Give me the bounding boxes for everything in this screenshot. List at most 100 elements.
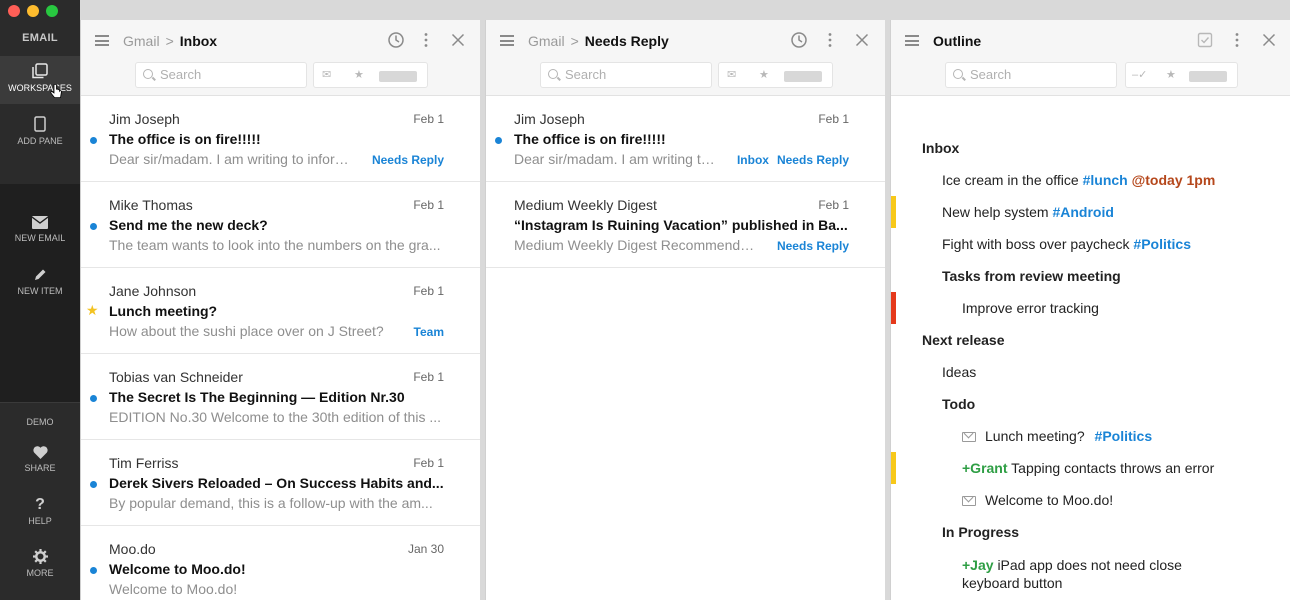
email-subject: Derek Sivers Reloaded – On Success Habit… xyxy=(109,475,444,491)
breadcrumb-source[interactable]: Gmail xyxy=(528,33,565,49)
minimize-window-button[interactable] xyxy=(27,5,39,17)
email-row[interactable]: Jim Joseph Feb 1 The office is on fire!!!!… xyxy=(81,96,480,182)
outline-item[interactable]: New help system #Android xyxy=(942,204,1114,220)
label-tag[interactable]: Needs Reply xyxy=(777,239,849,253)
outline-item[interactable]: Todo xyxy=(942,396,975,412)
sidebar-item-new-email[interactable]: NEW EMAIL xyxy=(0,216,80,256)
sidebar-item-new-item[interactable]: NEW ITEM xyxy=(0,268,80,308)
breadcrumb-source[interactable]: Gmail xyxy=(123,33,160,49)
outline-item[interactable]: Welcome to Moo.do! xyxy=(962,492,1113,508)
more-vertical-icon[interactable] xyxy=(417,31,435,49)
contact-tag[interactable]: +Jay xyxy=(962,557,994,573)
hashtag[interactable]: #Politics xyxy=(1095,428,1153,444)
email-sender: Jane Johnson xyxy=(109,283,197,299)
email-date: Feb 1 xyxy=(413,112,444,126)
email-subject: The office is on fire!!!!! xyxy=(109,131,261,147)
mail-filter-icon[interactable]: ✉ xyxy=(727,68,736,81)
outline-item[interactable]: Lunch meeting? #Politics xyxy=(962,428,1152,444)
envelope-icon xyxy=(32,216,48,229)
add-pane-icon xyxy=(34,116,46,132)
sidebar-item-demo[interactable]: DEMO xyxy=(0,417,80,431)
email-tags: Needs Reply xyxy=(364,153,444,167)
email-subject: “Instagram Is Ruining Vacation” publishe… xyxy=(514,217,848,233)
check-filter-icon[interactable]: –✓ xyxy=(1132,68,1147,81)
star-filter-icon[interactable]: ★ xyxy=(1166,68,1176,81)
filter-bar[interactable]: ✉ ★ xyxy=(313,62,428,88)
email-subject: The Secret Is The Beginning — Edition Nr… xyxy=(109,389,405,405)
sidebar-item-more[interactable]: MORE xyxy=(0,549,80,585)
contact-tag[interactable]: +Grant xyxy=(962,460,1008,476)
mail-filter-icon[interactable]: ✉ xyxy=(322,68,331,81)
menu-icon[interactable] xyxy=(500,35,514,46)
search-input[interactable]: Search xyxy=(945,62,1117,88)
outline-item[interactable]: Next release xyxy=(922,332,1005,348)
email-sender: Jim Joseph xyxy=(109,111,180,127)
email-subject: Send me the new deck? xyxy=(109,217,268,233)
envelope-icon xyxy=(962,432,976,442)
blurred-filter xyxy=(784,71,822,82)
sidebar-item-label: WORKSPACES xyxy=(8,83,72,93)
breadcrumb-folder: Needs Reply xyxy=(584,33,669,49)
email-sender: Mike Thomas xyxy=(109,197,193,213)
clock-icon[interactable] xyxy=(790,31,808,49)
outline-item[interactable]: +Jay iPad app does not need close keyboa… xyxy=(962,556,1182,592)
label-tag[interactable]: Needs Reply xyxy=(777,153,849,167)
email-row[interactable]: Tobias van Schneider Feb 1 The Secret Is T… xyxy=(81,354,480,440)
heart-icon xyxy=(32,446,48,459)
email-row[interactable]: Moo.do Jan 30 Welcome to Moo.do! Welcome to… xyxy=(81,526,480,600)
filter-bar[interactable]: –✓ ★ xyxy=(1125,62,1238,88)
filter-bar[interactable]: ✉ ★ xyxy=(718,62,833,88)
inbox-pane: Gmail > Inbox Search ✉ ★ Jim Joseph Feb 1 Th… xyxy=(80,20,480,600)
close-icon[interactable] xyxy=(1260,31,1278,49)
hashtag[interactable]: #Politics xyxy=(1133,236,1191,252)
zoom-window-button[interactable] xyxy=(46,5,58,17)
star-filter-icon[interactable]: ★ xyxy=(354,68,364,81)
more-vertical-icon[interactable] xyxy=(821,31,839,49)
star-filter-icon[interactable]: ★ xyxy=(759,68,769,81)
sidebar-item-share[interactable]: SHARE xyxy=(0,446,80,482)
outline-item[interactable]: Tasks from review meeting xyxy=(942,268,1121,284)
item-text: Welcome to Moo.do! xyxy=(985,492,1114,508)
email-subject: The office is on fire!!!!! xyxy=(514,131,666,147)
email-row[interactable]: Jim Joseph Feb 1 The office is on fire!!!!… xyxy=(486,96,885,182)
outline-item[interactable]: Ice cream in the office #lunch @today 1p… xyxy=(942,172,1215,188)
sidebar-item-label: SHARE xyxy=(24,463,56,473)
yellow-marker xyxy=(891,196,896,228)
mouse-cursor-icon xyxy=(50,84,62,98)
outline-item[interactable]: Improve error tracking xyxy=(962,300,1099,316)
hashtag[interactable]: #Android xyxy=(1052,204,1113,220)
email-row[interactable]: ★ Jane Johnson Feb 1 Lunch meeting? How abou… xyxy=(81,268,480,354)
search-input[interactable]: Search xyxy=(135,62,307,88)
sidebar-item-help[interactable]: ? HELP xyxy=(0,497,80,533)
outline-item[interactable]: Fight with boss over paycheck #Politics xyxy=(942,236,1191,252)
sidebar-item-add-pane[interactable]: ADD PANE xyxy=(0,116,80,156)
close-icon[interactable] xyxy=(853,31,871,49)
date-tag[interactable]: @today 1pm xyxy=(1132,172,1216,188)
hashtag[interactable]: #lunch xyxy=(1083,172,1128,188)
sidebar-item-workspaces[interactable]: WORKSPACES xyxy=(0,56,80,104)
search-input[interactable]: Search xyxy=(540,62,712,88)
menu-icon[interactable] xyxy=(905,35,919,46)
outline-item[interactable]: Ideas xyxy=(942,364,976,380)
clock-icon[interactable] xyxy=(387,31,405,49)
menu-icon[interactable] xyxy=(95,35,109,46)
outline-item[interactable]: Inbox xyxy=(922,140,959,156)
label-tag[interactable]: Inbox xyxy=(737,153,769,167)
close-window-button[interactable] xyxy=(8,5,20,17)
outline-item[interactable]: In Progress xyxy=(942,524,1019,540)
outline-pane: Outline Search –✓ ★ Inbox Ice cream in t… xyxy=(890,20,1290,600)
email-row[interactable]: Tim Ferriss Feb 1 Derek Sivers Reloaded – … xyxy=(81,440,480,526)
outline-item[interactable]: +Grant Tapping contacts throws an error xyxy=(962,460,1214,476)
item-text: keyboard button xyxy=(962,575,1063,591)
more-vertical-icon[interactable] xyxy=(1228,31,1246,49)
star-icon[interactable]: ★ xyxy=(86,302,99,319)
yellow-marker xyxy=(891,452,896,484)
email-row[interactable]: Mike Thomas Feb 1 Send me the new deck? The… xyxy=(81,182,480,268)
pane-title: Outline xyxy=(933,33,982,49)
email-row[interactable]: Medium Weekly Digest Feb 1 “Instagram Is R… xyxy=(486,182,885,268)
checkbox-icon[interactable] xyxy=(1196,31,1214,49)
email-list: Jim Joseph Feb 1 The office is on fire!!!!… xyxy=(81,96,480,600)
label-tag[interactable]: Team xyxy=(414,325,444,339)
close-icon[interactable] xyxy=(449,31,467,49)
label-tag[interactable]: Needs Reply xyxy=(372,153,444,167)
